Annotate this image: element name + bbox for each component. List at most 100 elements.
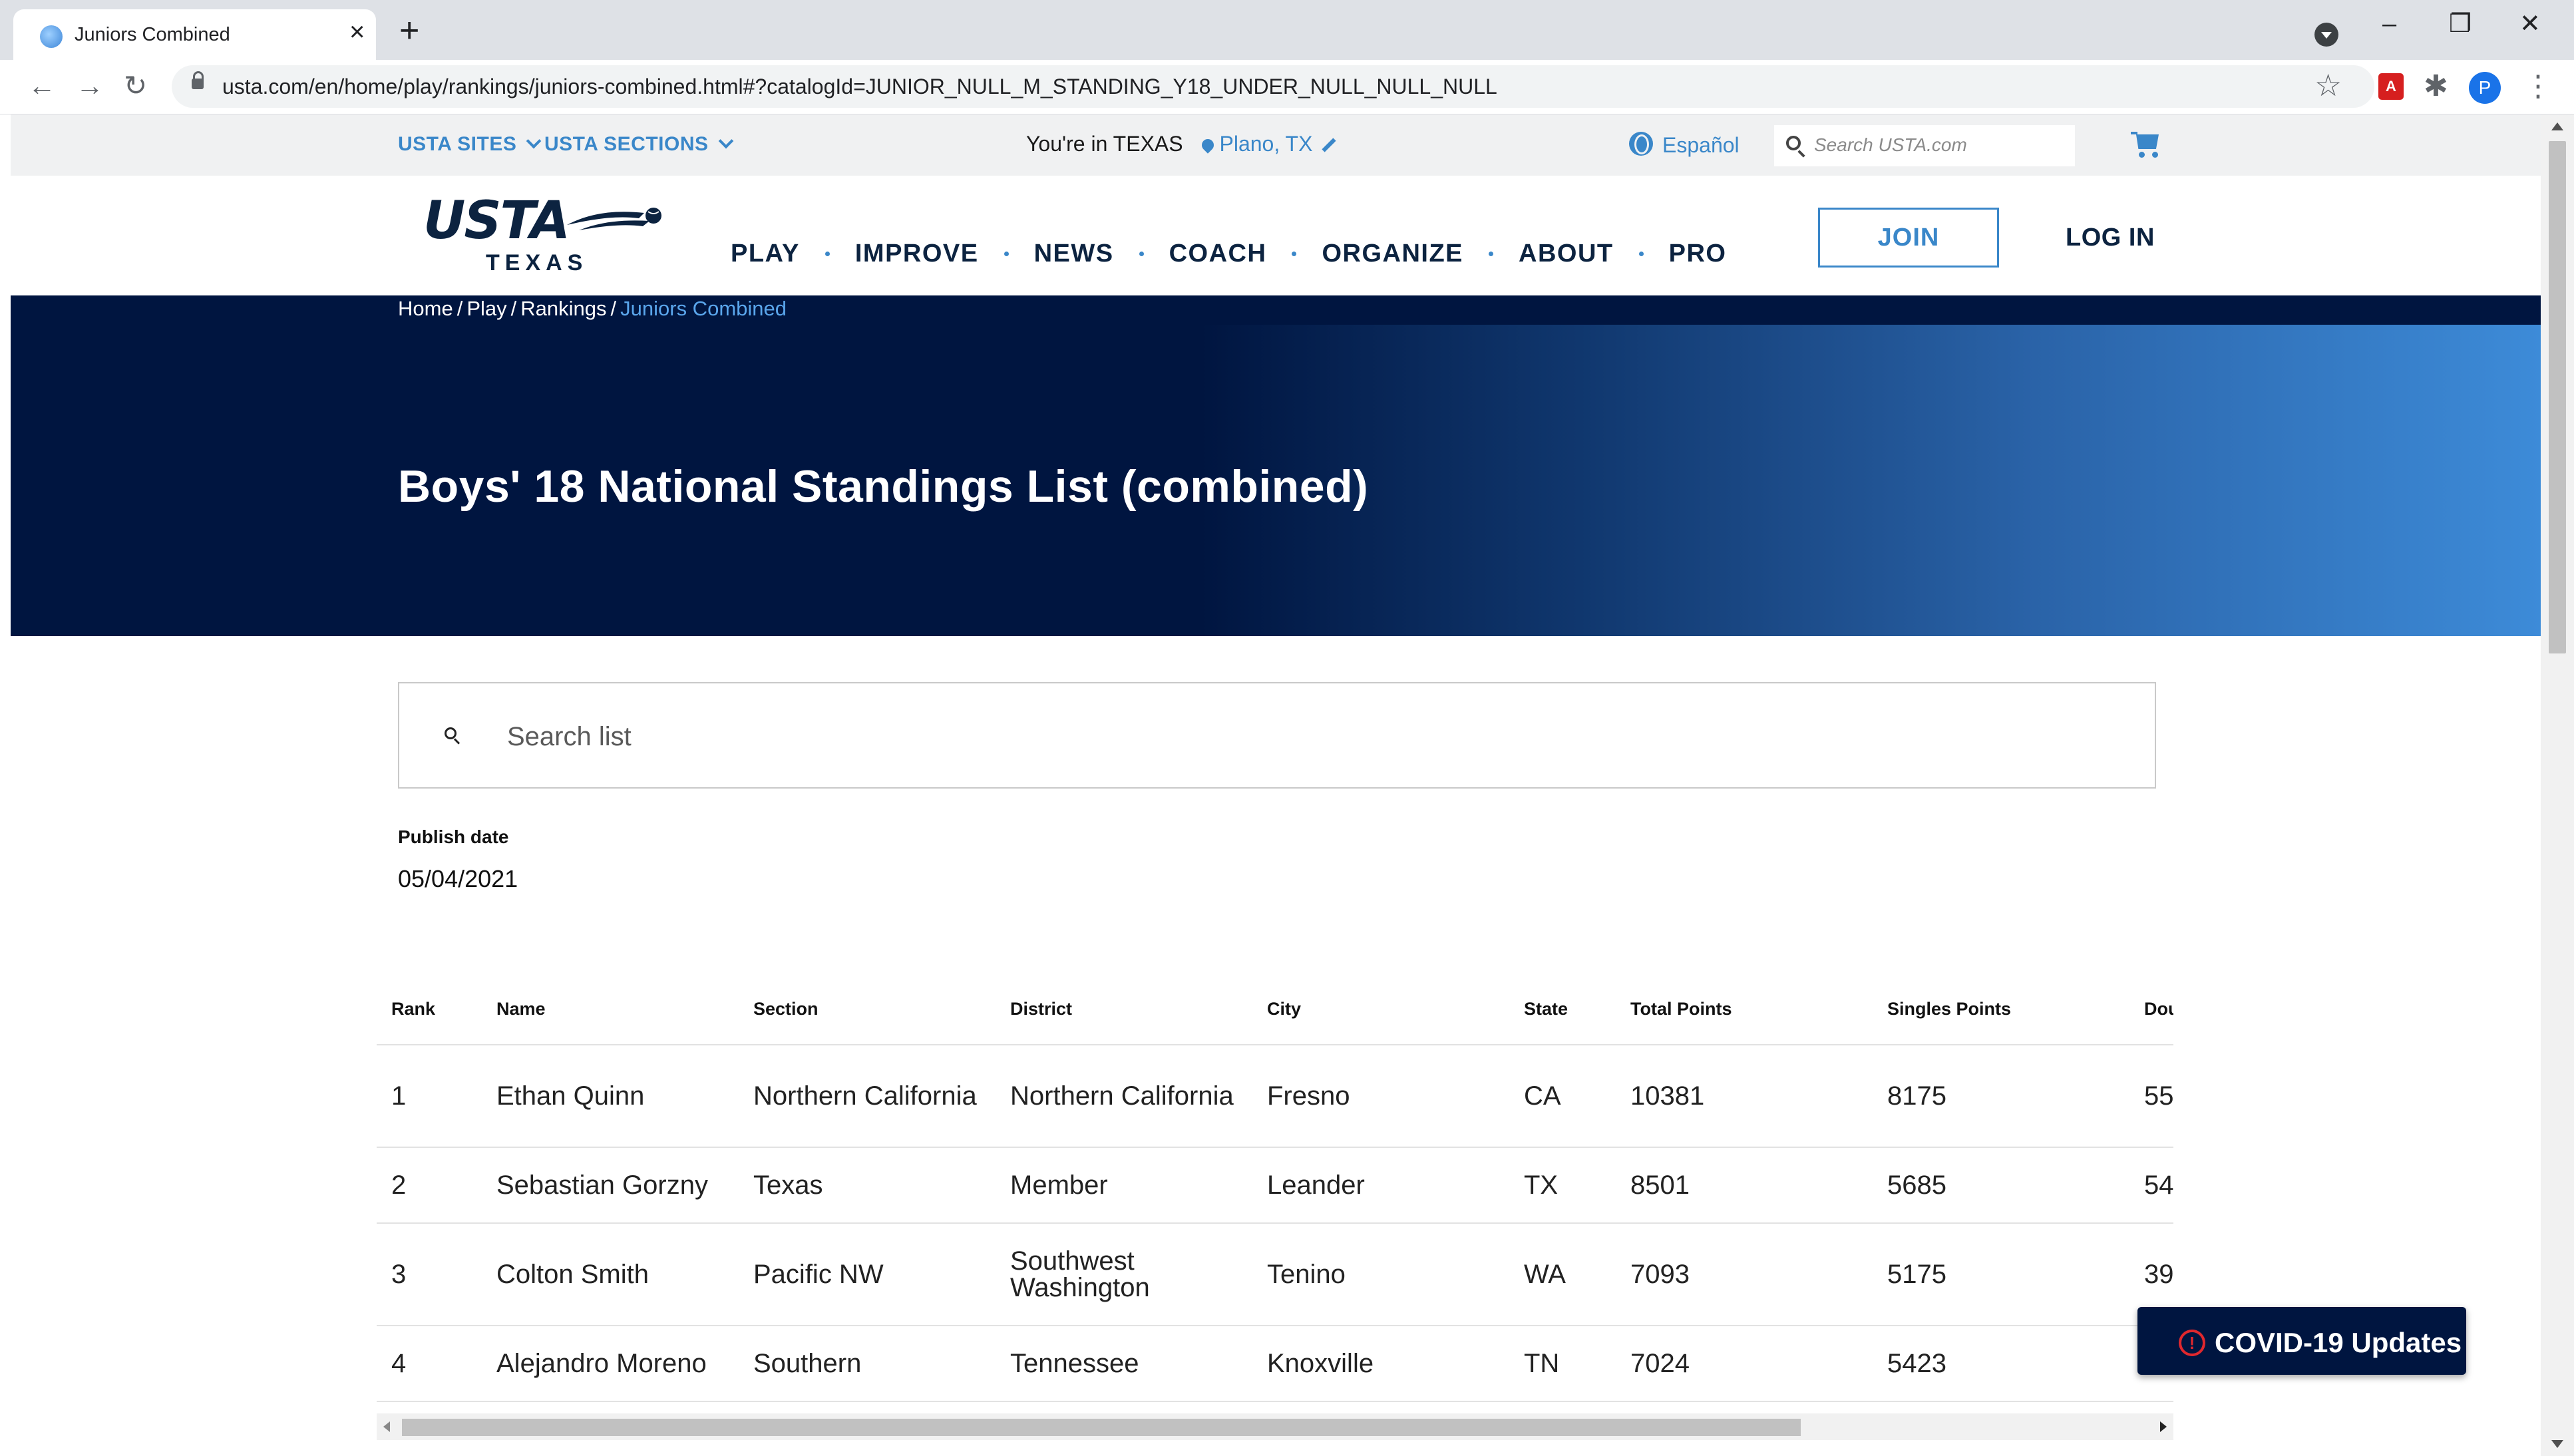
breadcrumb: Home / Play / Rankings / Juniors Combined [398, 297, 787, 321]
browser-tab[interactable]: Juniors Combined × [13, 9, 376, 60]
location-indicator: You're in TEXAS Plano, TX [1026, 132, 1337, 156]
nav-improve[interactable]: IMPROVE [855, 240, 979, 268]
globe-icon [1629, 132, 1653, 156]
chevron-down-icon [718, 133, 733, 149]
breadcrumb-home[interactable]: Home [398, 297, 453, 320]
list-search-box [398, 682, 2156, 789]
table-horizontal-scrollbar[interactable] [377, 1413, 2173, 1440]
column-header-section[interactable]: Section [739, 974, 996, 1045]
cell-doubles-points: 547 [2129, 1147, 2173, 1224]
extensions-puzzle-icon[interactable]: ✱ [2424, 68, 2448, 105]
cell-name[interactable]: Ethan Quinn [482, 1045, 739, 1148]
standings-table-container[interactable]: Rank Name Section District City State To… [377, 974, 2173, 1413]
cell-state: CA [1509, 1045, 1616, 1148]
site-search-input[interactable] [1814, 132, 2067, 158]
address-bar[interactable]: usta.com/en/home/play/rankings/juniors-c… [172, 65, 2374, 108]
logo-swoosh-icon [567, 208, 661, 230]
breadcrumb-rankings[interactable]: Rankings [520, 297, 606, 320]
restore-icon[interactable]: ❐ [2449, 11, 2472, 37]
scroll-right-arrow-icon[interactable] [2160, 1421, 2167, 1432]
cell-name[interactable]: Colton Smith [482, 1223, 739, 1326]
cell-total-points: 10381 [1616, 1045, 1873, 1148]
lock-icon [192, 71, 204, 89]
scroll-left-arrow-icon[interactable] [383, 1421, 390, 1432]
favicon-icon [40, 25, 63, 48]
table-row: 3 Colton Smith Pacific NW Southwest Wash… [377, 1223, 2173, 1326]
column-header-singles-points[interactable]: Singles Points [1873, 974, 2129, 1045]
forward-icon[interactable]: → [76, 69, 104, 102]
covid-updates-button[interactable]: ! COVID-19 Updates [2137, 1307, 2466, 1375]
map-pin-icon [1199, 136, 1217, 154]
scroll-up-arrow-icon[interactable] [2551, 122, 2563, 130]
cell-name[interactable]: Alejandro Moreno [482, 1326, 739, 1402]
publish-date-value: 05/04/2021 [398, 865, 518, 892]
breadcrumb-play[interactable]: Play [466, 297, 506, 320]
nav-play[interactable]: PLAY [731, 240, 800, 268]
column-header-rank[interactable]: Rank [377, 974, 482, 1045]
main-nav: PLAY IMPROVE NEWS COACH ORGANIZE ABOUT P… [731, 237, 1726, 270]
nav-about[interactable]: ABOUT [1519, 240, 1614, 268]
cell-singles-points: 5685 [1873, 1147, 2129, 1224]
column-header-city[interactable]: City [1252, 974, 1509, 1045]
column-header-state[interactable]: State [1509, 974, 1616, 1045]
cell-rank: 4 [377, 1326, 482, 1402]
browser-menu-icon[interactable]: ⋮ [2523, 68, 2553, 105]
profile-avatar[interactable]: P [2469, 72, 2501, 104]
nav-pro[interactable]: PRO [1669, 240, 1727, 268]
cell-state: TX [1509, 1147, 1616, 1224]
nav-separator [1139, 251, 1144, 256]
utility-bar: USTA SITES USTA SECTIONS You're in TEXAS… [11, 114, 2541, 176]
tab-search-icon[interactable] [2314, 23, 2338, 47]
cell-name[interactable]: Sebastian Gorzny [482, 1147, 739, 1224]
cell-section: Northern California [739, 1045, 996, 1148]
nav-organize[interactable]: ORGANIZE [1322, 240, 1463, 268]
scroll-down-arrow-icon[interactable] [2551, 1440, 2563, 1448]
cell-rank: 1 [377, 1045, 482, 1148]
cell-singles-points: 5423 [1873, 1326, 2129, 1402]
join-button[interactable]: JOIN [1818, 208, 1999, 268]
login-link[interactable]: LOG IN [2066, 224, 2155, 252]
window-close-icon[interactable]: ✕ [2519, 11, 2541, 37]
list-search-input[interactable] [507, 717, 2104, 757]
language-link[interactable]: Español [1662, 133, 1740, 158]
cart-icon[interactable] [2131, 132, 2160, 158]
nav-news[interactable]: NEWS [1034, 240, 1114, 268]
bookmark-star-icon[interactable]: ☆ [2314, 65, 2342, 105]
page-vertical-scrollbar[interactable] [2541, 114, 2574, 1456]
cell-city: Leander [1252, 1147, 1509, 1224]
usta-sections-label: USTA SECTIONS [544, 133, 709, 155]
search-icon[interactable] [1786, 136, 1801, 150]
pencil-icon[interactable] [1322, 138, 1337, 152]
cell-total-points: 7093 [1616, 1223, 1873, 1326]
column-header-total-points[interactable]: Total Points [1616, 974, 1873, 1045]
site-search-box [1774, 125, 2075, 166]
cell-city: Fresno [1252, 1045, 1509, 1148]
reload-icon[interactable]: ↻ [124, 69, 147, 102]
page-title: Boys' 18 National Standings List (combin… [398, 461, 1369, 512]
usta-sections-dropdown[interactable]: USTA SECTIONS [544, 133, 733, 156]
nav-separator [1489, 251, 1493, 256]
location-link[interactable]: Plano, TX [1219, 132, 1312, 156]
usta-texas-logo[interactable]: USTA TEXAS [423, 194, 669, 275]
cell-singles-points: 5175 [1873, 1223, 2129, 1326]
cell-singles-points: 8175 [1873, 1045, 2129, 1148]
tab-close-icon[interactable]: × [349, 19, 365, 45]
scrollbar-thumb[interactable] [402, 1419, 1801, 1436]
pdf-extension-icon[interactable]: A [2378, 73, 2404, 100]
url-text[interactable]: usta.com/en/home/play/rankings/juniors-c… [222, 75, 1497, 99]
breadcrumb-current: Juniors Combined [620, 297, 787, 320]
web-page: USTA SITES USTA SECTIONS You're in TEXAS… [11, 114, 2541, 1456]
column-header-doubles-points[interactable]: Doubl [2129, 974, 2173, 1045]
column-header-name[interactable]: Name [482, 974, 739, 1045]
back-icon[interactable]: ← [28, 69, 56, 102]
nav-coach[interactable]: COACH [1169, 240, 1267, 268]
search-icon [445, 727, 457, 739]
standings-table: Rank Name Section District City State To… [377, 974, 2173, 1402]
column-header-district[interactable]: District [996, 974, 1252, 1045]
cell-state: TN [1509, 1326, 1616, 1402]
new-tab-button[interactable]: + [399, 13, 419, 48]
usta-sites-dropdown[interactable]: USTA SITES [398, 133, 542, 156]
breadcrumb-separator: / [510, 297, 517, 320]
minimize-icon[interactable]: – [2382, 11, 2396, 37]
scrollbar-thumb[interactable] [2549, 141, 2566, 653]
